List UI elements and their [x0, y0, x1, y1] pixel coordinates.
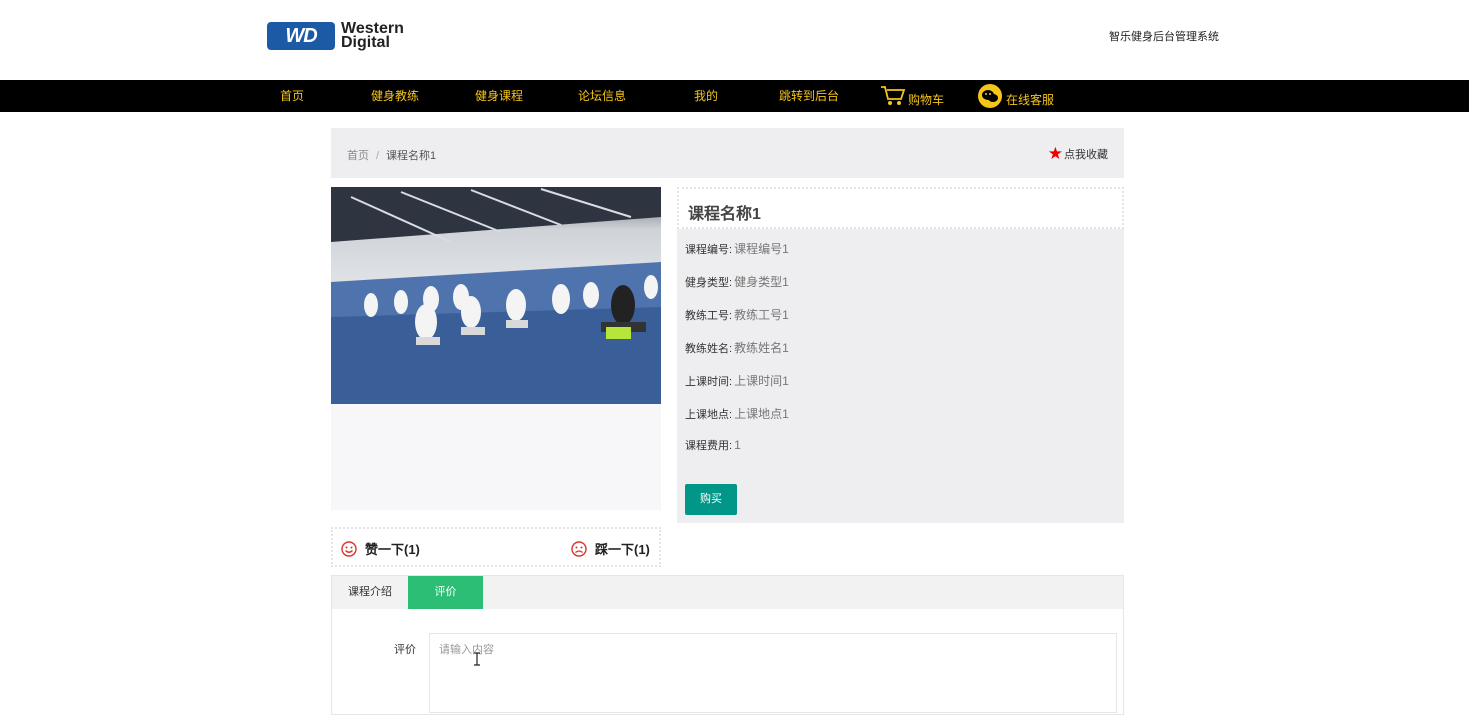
field-class-time: 上课时间: 上课时间1 [685, 372, 789, 389]
favorite-label: 点我收藏 [1064, 149, 1108, 161]
logo-mark: WD [267, 22, 335, 50]
site-header: WD Western Digital 智乐健身后台管理系统 [0, 0, 1469, 80]
smile-icon [341, 540, 357, 557]
course-image-panel [331, 187, 661, 510]
field-value: 上课地点1 [734, 407, 789, 421]
field-value: 课程编号1 [734, 242, 789, 256]
breadcrumb-current: 课程名称1 [386, 150, 437, 162]
field-coach-id: 教练工号: 教练工号1 [685, 306, 789, 323]
buy-button[interactable]: 购买 [685, 484, 737, 515]
breadcrumb-bar: 首页 / 课程名称1 ★ 点我收藏 [331, 128, 1124, 178]
dislike-label: 踩一下(1) [595, 542, 650, 557]
field-label: 课程编号: [685, 244, 733, 256]
nav-item-support[interactable]: 在线客服 [1006, 84, 1054, 116]
breadcrumb-separator: / [376, 150, 380, 162]
tabs-panel: 课程介绍 评价 评价 [331, 575, 1124, 715]
nav-item-mine[interactable]: 我的 [694, 80, 718, 112]
field-value: 教练姓名1 [734, 341, 789, 355]
nav-item-home[interactable]: 首页 [280, 80, 304, 112]
review-input[interactable] [429, 633, 1117, 713]
field-label: 教练姓名: [685, 343, 733, 355]
field-coach-name: 教练姓名: 教练姓名1 [685, 339, 789, 356]
logo-line-2: Digital [341, 34, 390, 51]
field-course-fee: 课程费用: 1 [685, 437, 741, 453]
field-label: 健身类型: [685, 277, 733, 289]
field-value: 健身类型1 [734, 275, 789, 289]
nav-item-cart[interactable]: 购物车 [908, 84, 944, 116]
field-label: 课程费用: [685, 440, 733, 452]
breadcrumb-home[interactable]: 首页 [347, 150, 369, 162]
field-value: 教练工号1 [734, 308, 789, 322]
field-course-id: 课程编号: 课程编号1 [685, 240, 789, 257]
breadcrumb: 首页 / 课程名称1 [347, 147, 436, 163]
course-title: 课程名称1 [688, 206, 761, 223]
course-title-box: 课程名称1 [677, 187, 1124, 229]
field-label: 上课地点: [685, 409, 733, 421]
field-label: 教练工号: [685, 310, 733, 322]
review-label: 评价 [394, 644, 416, 656]
nav-item-backend[interactable]: 跳转到后台 [779, 80, 839, 112]
logo[interactable]: WD Western Digital [267, 21, 404, 51]
like-label: 赞一下(1) [365, 542, 420, 557]
field-label: 上课时间: [685, 376, 733, 388]
field-value: 上课时间1 [734, 374, 789, 388]
text-cursor-icon [474, 652, 480, 666]
course-photo [331, 187, 661, 404]
logo-wordmark: Western Digital [341, 21, 404, 51]
field-fitness-type: 健身类型: 健身类型1 [685, 273, 789, 290]
dislike-button[interactable]: 踩一下(1) [571, 539, 650, 558]
course-info: 课程编号: 课程编号1 健身类型: 健身类型1 教练工号: 教练工号1 教练姓名: 教练… [677, 229, 1124, 523]
main-nav: 首页 健身教练 健身课程 论坛信息 我的 跳转到后台 购物车 在线客服 [0, 80, 1469, 112]
like-button[interactable]: 赞一下(1) [341, 539, 420, 558]
favorite-button[interactable]: ★ 点我收藏 [1047, 144, 1108, 163]
frown-icon [571, 540, 587, 557]
star-icon: ★ [1047, 144, 1063, 163]
field-value: 1 [734, 438, 741, 452]
system-title[interactable]: 智乐健身后台管理系统 [1109, 28, 1219, 44]
chat-icon[interactable] [978, 84, 1002, 108]
tab-course-intro[interactable]: 课程介绍 [332, 576, 408, 609]
nav-item-forum[interactable]: 论坛信息 [578, 80, 626, 112]
nav-item-courses[interactable]: 健身课程 [475, 80, 523, 112]
tab-header: 课程介绍 评价 [332, 576, 1123, 609]
nav-item-coaches[interactable]: 健身教练 [371, 80, 419, 112]
field-class-location: 上课地点: 上课地点1 [685, 405, 789, 422]
tab-review[interactable]: 评价 [408, 576, 483, 609]
vote-box: 赞一下(1) 踩一下(1) [331, 527, 661, 567]
cart-icon[interactable] [880, 85, 906, 107]
